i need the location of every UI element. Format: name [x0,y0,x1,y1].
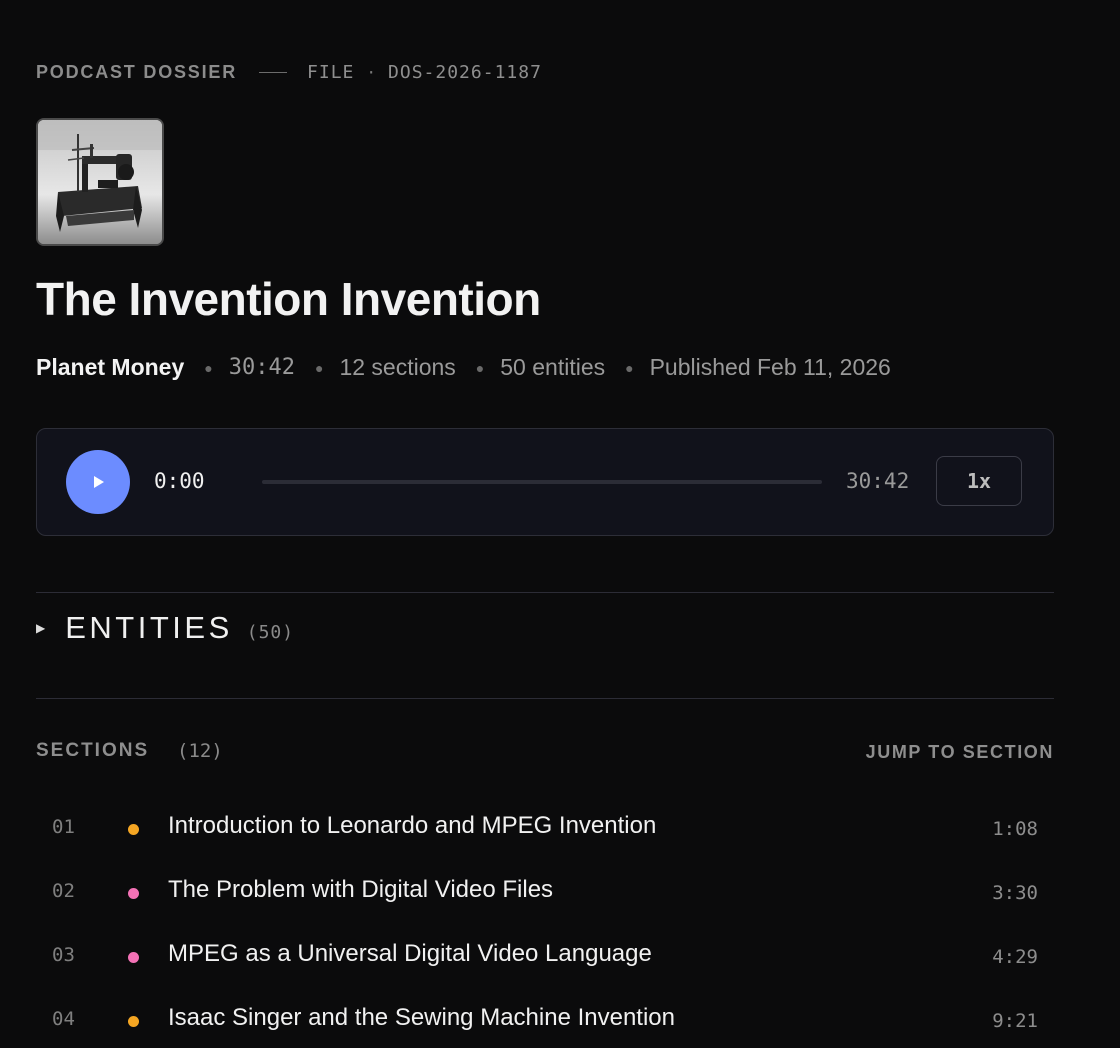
entities-count: (50) [246,622,295,643]
section-number: 01 [52,816,75,838]
divider [36,698,1054,699]
jump-to-section-button[interactable]: JUMP TO SECTION [866,742,1054,763]
meta-separator: ● [475,359,485,376]
entities-label: ENTITIES [65,610,233,645]
section-title: The Problem with Digital Video Files [168,876,554,903]
section-number: 04 [52,1008,75,1030]
divider [36,592,1054,593]
file-id: DOS-2026-1187 [388,61,542,83]
section-timestamp: 4:29 [992,946,1038,968]
sewing-machine-photo-icon [38,120,162,244]
sections-count: (12) [177,740,223,762]
section-number: 02 [52,880,75,902]
playback-speed-button[interactable]: 1x [936,456,1022,506]
meta-separator: ● [204,359,213,376]
kicker-dot: · [366,62,377,82]
kicker-label: PODCAST DOSSIER [36,61,238,82]
show-name[interactable]: Planet Money [36,354,184,381]
section-row[interactable]: 01 Introduction to Leonardo and MPEG Inv… [36,800,1054,856]
meta-separator: ● [625,359,634,376]
section-timestamp: 9:21 [992,1010,1038,1032]
total-duration: 30:42 [846,469,910,493]
dossier-kicker: PODCAST DOSSIER FILE · DOS-2026-1187 [36,60,542,84]
kicker-dash [259,71,288,73]
play-icon [94,476,104,488]
section-timestamp: 1:08 [992,818,1038,840]
section-bullet-dot [128,952,139,963]
current-time: 0:00 [154,469,205,493]
meta-separator: ● [314,359,324,376]
section-bullet-dot [128,888,139,899]
section-bullet-dot [128,1016,139,1027]
caret-right-icon: ▶ [36,621,46,635]
episode-title: The Invention Invention [36,273,541,325]
publish-date: Published Feb 11, 2026 [649,354,891,380]
section-title: Isaac Singer and the Sewing Machine Inve… [168,1004,675,1031]
sections-header: SECTIONS (12) JUMP TO SECTION [36,738,1054,766]
section-title: MPEG as a Universal Digital Video Langua… [168,940,652,967]
section-count: 12 sections [339,354,456,380]
section-bullet-dot [128,824,139,835]
section-number: 03 [52,944,75,966]
file-label: FILE [307,61,355,83]
section-title: Introduction to Leonardo and MPEG Invent… [168,812,657,839]
entities-toggle[interactable]: ▶ ENTITIES (50) [36,610,294,646]
episode-duration: 30:42 [228,355,295,380]
sections-label: SECTIONS [36,740,150,761]
play-button[interactable] [66,450,130,514]
episode-meta: Planet Money ● 30:42 ● 12 sections ● 50 … [36,354,891,381]
section-row[interactable]: 03 MPEG as a Universal Digital Video Lan… [36,928,1054,984]
progress-bar[interactable] [262,480,822,484]
audio-player: 0:00 30:42 1x [36,428,1054,536]
section-timestamp: 3:30 [992,882,1038,904]
section-row[interactable]: 02 The Problem with Digital Video Files … [36,864,1054,920]
episode-cover-image [36,118,164,246]
entity-count: 50 entities [500,354,606,380]
